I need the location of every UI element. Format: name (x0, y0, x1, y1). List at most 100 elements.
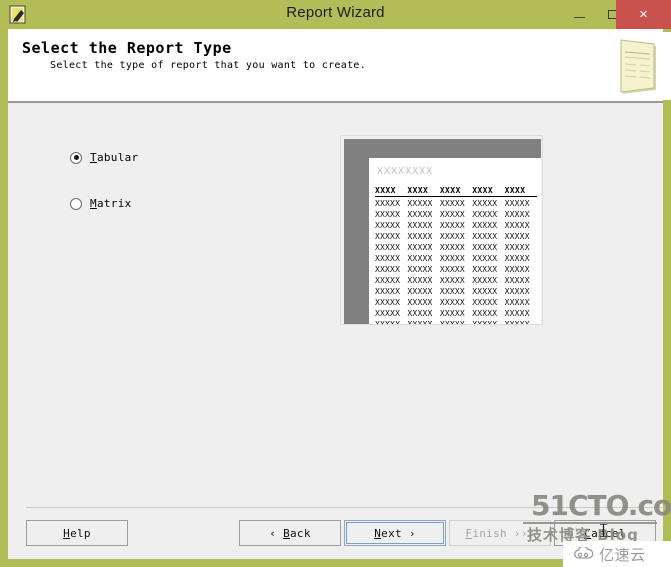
preview-cell: XXXXX (439, 243, 465, 252)
preview-cell: XXXXX (504, 254, 530, 263)
preview-cell: XXXXX (504, 309, 530, 318)
preview-cell: XXXXX (375, 254, 401, 263)
preview-cell: XXXXX (504, 199, 530, 208)
preview-cell: XXXXX (375, 221, 401, 230)
next-button-label: Next › (374, 526, 416, 540)
radio-matrix-accel: M (90, 197, 97, 210)
title-bar[interactable]: Report Wizard × (0, 0, 671, 29)
preview-cell: XXXXX (375, 287, 401, 296)
preview-table-body: XXXXX XXXXX XXXXX XXXXX XXXXX XXXXX XXXXX XXXXX… (375, 199, 537, 324)
preview-cell: XXXXX (472, 221, 498, 230)
preview-cell: XXXXX (472, 243, 498, 252)
preview-table-row: XXXXXXXXXXXXXXXXXXXXXXXXX (375, 210, 537, 219)
preview-header-cell: XXXX (439, 186, 461, 195)
preview-table-row: XXXXXXXXXXXXXXXXXXXXXXXXX (375, 265, 537, 274)
preview-header-cell: XXXX (407, 186, 429, 195)
preview-cell: XXXXX (472, 232, 498, 241)
preview-cell: XXXXX (505, 320, 537, 324)
preview-cell: XXXXX (472, 298, 498, 307)
radio-option-tabular[interactable]: Tabular (70, 151, 138, 164)
mouse-cursor-icon (600, 523, 607, 538)
preview-cell: XXXXX (504, 287, 530, 296)
radio-tabular-label: Tabular (90, 151, 138, 164)
preview-cell: XXXXX (472, 210, 498, 219)
preview-cell: XXXXX (439, 221, 465, 230)
minimize-button[interactable] (562, 0, 596, 29)
preview-table-row: XXXXX XXXXX XXXXX XXXXX XXXXX (375, 298, 537, 307)
radio-matrix-label: Matrix (90, 197, 132, 210)
preview-cell: XXXXX (407, 309, 433, 318)
preview-cell: XXXXX (504, 210, 530, 219)
preview-cell: XXXXX (407, 243, 433, 252)
preview-cell: XXXXX (439, 298, 465, 307)
back-button-label: ‹ Back (269, 526, 311, 540)
preview-table-row: XXXXX XXXXX XXXXX XXXXX XXXXX (375, 243, 537, 252)
preview-cell: XXXXX (407, 298, 433, 307)
preview-cell: XXXXX (439, 254, 465, 263)
finish-button: Finish ››| (449, 520, 551, 546)
preview-cell: XXXXX (472, 320, 504, 324)
close-icon: × (639, 6, 648, 23)
preview-table-row: XXXXXXXXXXXXXXXXXXXXXXXXX (375, 221, 537, 230)
report-document-icon (605, 32, 671, 100)
report-preview: XXXXXXXX XXXX XXXX XXXX XXXX XXXX XXXXX XXXXX… (340, 135, 543, 325)
preview-cell: XXXXX (375, 210, 401, 219)
preview-table-row: XXXXXXXXXXXXXXXXXXXXXXXXX (375, 276, 537, 285)
preview-cell: XXXXX (504, 243, 530, 252)
preview-cell: XXXXX (375, 199, 401, 208)
preview-cell: XXXXX (375, 309, 401, 318)
preview-cell: XXXXX (472, 265, 498, 274)
preview-cell: XXXXX (440, 320, 472, 324)
back-button[interactable]: ‹ Back (239, 520, 341, 546)
preview-table-row: XXXXXXXXXXXXXXXXXXXXXXXXX (375, 199, 537, 208)
preview-table-row: XXXXXXXXXXXXXXXXXXXXXXXXX (375, 287, 537, 296)
preview-table-row: XXXXXXXXXXXXXXXXXXXXXXXXX (375, 232, 537, 241)
preview-cell: XXXXX (407, 287, 433, 296)
preview-cell: XXXXX (472, 276, 498, 285)
radio-tabular-icon[interactable] (70, 151, 82, 164)
preview-cell: XXXXX (439, 199, 465, 208)
radio-matrix-icon[interactable] (70, 197, 82, 210)
watermark-box-text: 亿速云 (599, 545, 646, 564)
finish-button-label: Finish ››| (465, 526, 535, 540)
help-button[interactable]: Help (26, 520, 128, 546)
help-button-label: Help (63, 526, 91, 540)
preview-cell: XXXXX (375, 243, 401, 252)
minimize-icon (573, 17, 585, 18)
preview-cell: XXXXX (504, 232, 530, 241)
preview-cell: XXXXX (407, 320, 439, 324)
preview-cell: XXXXX (504, 276, 530, 285)
preview-cell: XXXXX (439, 276, 465, 285)
preview-cell: XXXXX (407, 254, 433, 263)
footer-divider (26, 507, 662, 508)
preview-cell: XXXXX (472, 309, 498, 318)
preview-cell: XXXXX (472, 254, 498, 263)
preview-cell: XXXXX (407, 221, 433, 230)
preview-page: XXXXXXXX XXXX XXXX XXXX XXXX XXXX XXXXX XXXXX… (369, 158, 541, 324)
preview-cell: XXXXX (375, 276, 401, 285)
preview-header-cell: XXXX (504, 186, 526, 195)
report-wizard-window: Report Wizard × Select the Report Type S… (0, 0, 671, 567)
preview-header-cell: XXXX (375, 186, 396, 195)
radio-tabular-text: abular (96, 151, 139, 164)
preview-table-header: XXXX XXXX XXXX XXXX XXXX (375, 186, 537, 197)
preview-cell: XXXXX (375, 320, 407, 324)
radio-option-matrix[interactable]: Matrix (70, 197, 132, 210)
preview-cell: XXXXX (504, 298, 530, 307)
next-button[interactable]: Next › (344, 520, 446, 546)
preview-cell: XXXXX (375, 232, 401, 241)
preview-page-title: XXXXXXXX (377, 166, 434, 177)
preview-cell: XXXXX (407, 210, 433, 219)
preview-table: XXXX XXXX XXXX XXXX XXXX XXXXX XXXXX XXXXX XXXX… (375, 186, 537, 324)
page-subtitle: Select the type of report that you want … (50, 60, 367, 71)
preview-cell: XXXXX (472, 199, 498, 208)
preview-table-row: XXXXXXXXXXXXXXXXXXXXXXXXX (375, 320, 537, 324)
preview-cell: XXXXX (439, 309, 465, 318)
cloud-icon (573, 545, 595, 561)
preview-cell: XXXXX (375, 298, 401, 307)
preview-header-cell: XXXX (472, 186, 494, 195)
wizard-header: Select the Report Type Select the type o… (8, 29, 671, 101)
preview-cell: XXXXX (472, 287, 498, 296)
close-button[interactable]: × (616, 0, 671, 29)
page-title: Select the Report Type (22, 39, 232, 57)
